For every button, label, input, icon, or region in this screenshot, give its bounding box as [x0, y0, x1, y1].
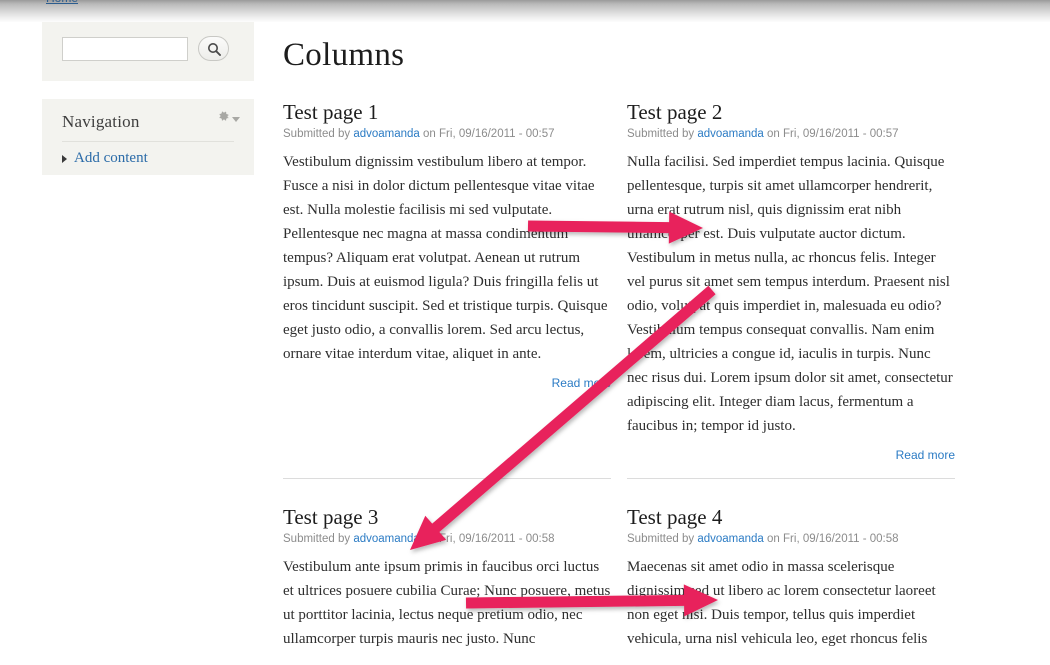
navigation-block-title: Navigation [62, 112, 234, 142]
breadcrumb-home-link[interactable]: Home [46, 0, 78, 5]
node-date: Fri, 09/16/2011 - 00:57 [783, 128, 899, 140]
node-submitted: Submitted by advoamanda on Fri, 09/16/20… [627, 128, 955, 140]
block-configure-button[interactable] [217, 110, 240, 128]
node-author-link[interactable]: advoamanda [353, 128, 420, 140]
node-date: Fri, 09/16/2011 - 00:57 [439, 128, 555, 140]
submitted-middle: on [423, 533, 436, 545]
submitted-prefix: Submitted by [283, 533, 351, 545]
node-links: Read more [283, 374, 611, 392]
submitted-prefix: Submitted by [283, 128, 351, 140]
sidebar: Navigation Add content [42, 22, 254, 175]
node-submitted: Submitted by advoamanda on Fri, 09/16/20… [627, 533, 955, 545]
columns-grid: Test page 1 Submitted by advoamanda on F… [283, 100, 983, 665]
node-author-link[interactable]: advoamanda [697, 533, 764, 545]
search-icon [207, 42, 221, 56]
navigation-menu: Add content [62, 150, 234, 167]
submitted-middle: on [423, 128, 436, 140]
navigation-block: Navigation Add content [42, 99, 254, 175]
node-author-link[interactable]: advoamanda [353, 533, 420, 545]
search-form [62, 36, 238, 61]
nav-item-add-content-link[interactable]: Add content [74, 150, 148, 167]
triangle-right-icon [62, 154, 67, 163]
browser-chrome-strip: Home [0, 0, 1050, 22]
submitted-middle: on [767, 128, 780, 140]
search-button[interactable] [198, 36, 229, 61]
node-title[interactable]: Test page 3 [283, 505, 611, 530]
nav-item-add-content[interactable]: Add content [62, 150, 234, 167]
node-title[interactable]: Test page 1 [283, 100, 611, 125]
submitted-prefix: Submitted by [627, 533, 695, 545]
node-body: Maecenas sit amet odio in massa sceleris… [627, 559, 936, 647]
node-teaser-test-page-2: Test page 2 Submitted by advoamanda on F… [627, 100, 955, 479]
read-more-link[interactable]: Read more [552, 376, 611, 390]
node-author-link[interactable]: advoamanda [697, 128, 764, 140]
node-teaser-test-page-1: Test page 1 Submitted by advoamanda on F… [283, 100, 611, 479]
submitted-prefix: Submitted by [627, 128, 695, 140]
main-content: Columns Test page 1 Submitted by advoama… [283, 22, 983, 665]
chevron-down-icon [232, 116, 240, 122]
node-submitted: Submitted by advoamanda on Fri, 09/16/20… [283, 128, 611, 140]
node-links: Read more [627, 446, 955, 464]
submitted-middle: on [767, 533, 780, 545]
node-title[interactable]: Test page 2 [627, 100, 955, 125]
page-title: Columns [283, 37, 405, 73]
node-date: Fri, 09/16/2011 - 00:58 [439, 533, 555, 545]
node-title[interactable]: Test page 4 [627, 505, 955, 530]
node-submitted: Submitted by advoamanda on Fri, 09/16/20… [283, 533, 611, 545]
gear-icon [217, 110, 230, 128]
search-block [42, 22, 254, 81]
node-body: Vestibulum ante ipsum primis in faucibus… [283, 559, 611, 647]
read-more-link[interactable]: Read more [896, 448, 955, 462]
node-body: Nulla facilisi. Sed imperdiet tempus lac… [627, 154, 953, 434]
page-body: Navigation Add content Columns Test page… [0, 22, 1050, 663]
search-input[interactable] [62, 36, 188, 61]
node-date: Fri, 09/16/2011 - 00:58 [783, 533, 899, 545]
node-teaser-test-page-3: Test page 3 Submitted by advoamanda on F… [283, 505, 611, 665]
node-body: Vestibulum dignissim vestibulum libero a… [283, 154, 608, 362]
node-teaser-test-page-4: Test page 4 Submitted by advoamanda on F… [627, 505, 955, 665]
